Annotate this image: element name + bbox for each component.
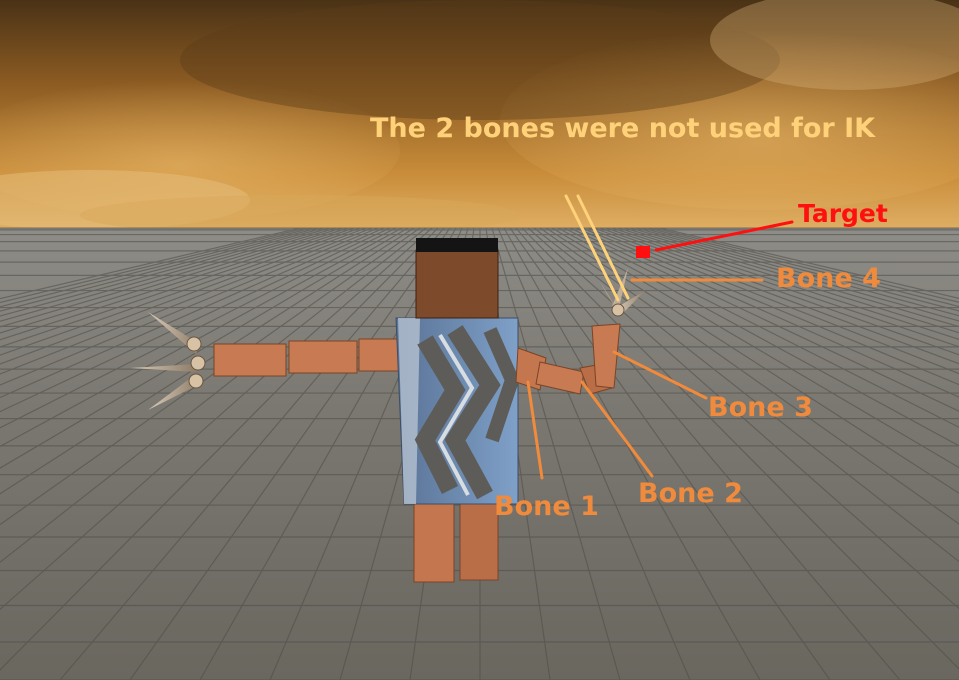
label-bone-4: Bone 4 (776, 263, 881, 294)
label-bone-1: Bone 1 (494, 491, 599, 522)
head (415, 238, 499, 319)
ik-target-marker (636, 246, 650, 258)
right-leg (459, 495, 499, 581)
annotation-note: The 2 bones were not used for IK (370, 113, 876, 144)
game-viewport (0, 0, 959, 680)
left-leg (413, 495, 455, 583)
label-target: Target (798, 199, 888, 228)
label-bone-3: Bone 3 (708, 392, 813, 423)
label-bone-2: Bone 2 (638, 478, 743, 509)
torso (395, 317, 520, 505)
